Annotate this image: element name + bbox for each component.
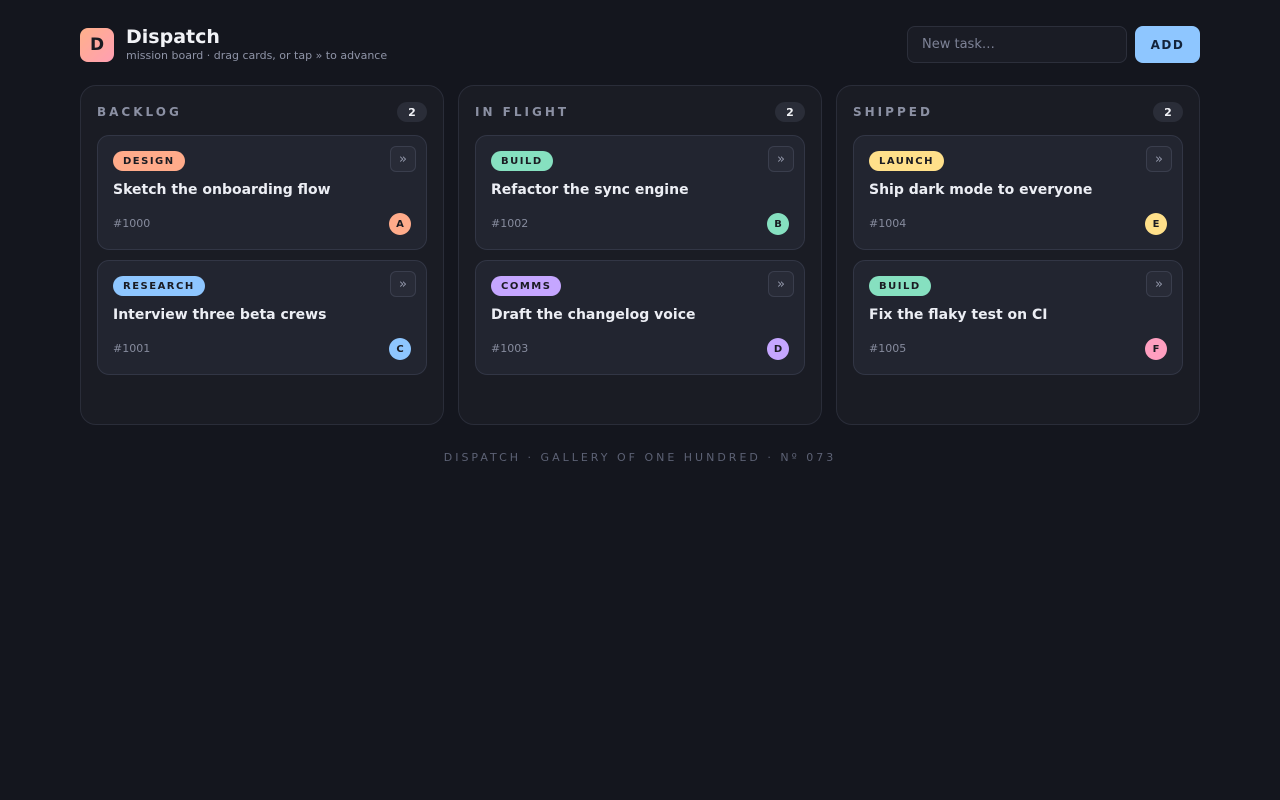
app-subtitle: mission board · drag cards, or tap » to … — [126, 49, 388, 62]
assignee-avatar: B — [767, 213, 789, 235]
advance-icon-button[interactable]: » — [768, 146, 794, 172]
app: D Dispatch mission board · drag cards, o… — [0, 0, 1280, 800]
new-task-input[interactable] — [907, 26, 1127, 63]
column-title: BACKLOG — [97, 105, 182, 119]
card-title: Sketch the onboarding flow — [113, 182, 331, 198]
card-id: #1004 — [869, 217, 907, 230]
card-id: #1002 — [491, 217, 529, 230]
category-tag: COMMS — [491, 276, 562, 296]
category-tag: RESEARCH — [113, 276, 205, 296]
column-title: SHIPPED — [853, 105, 933, 119]
logo-badge: D — [80, 28, 114, 62]
column-shipped[interactable]: SHIPPED 2 LAUNCH » Ship dark mode to eve… — [836, 85, 1200, 425]
assignee-avatar: C — [389, 338, 411, 360]
task-card[interactable]: LAUNCH » Ship dark mode to everyone #100… — [853, 135, 1183, 250]
column-count-badge: 2 — [397, 102, 427, 122]
card-title: Ship dark mode to everyone — [869, 182, 1093, 198]
assignee-avatar: E — [1145, 213, 1167, 235]
footer-caption: DISPATCH · GALLERY OF ONE HUNDRED · Nº 0… — [443, 451, 837, 464]
column-backlog[interactable]: BACKLOG 2 DESIGN » Sketch the onboarding… — [80, 85, 444, 425]
assignee-avatar: A — [389, 213, 411, 235]
task-card[interactable]: DESIGN » Sketch the onboarding flow #100… — [97, 135, 427, 250]
task-card[interactable]: COMMS » Draft the changelog voice #1003 … — [475, 260, 805, 375]
column-title: IN FLIGHT — [475, 105, 570, 119]
advance-icon-button[interactable]: » — [1146, 146, 1172, 172]
assignee-avatar: F — [1145, 338, 1167, 360]
advance-icon-button[interactable]: » — [768, 271, 794, 297]
card-title: Refactor the sync engine — [491, 182, 689, 198]
task-card[interactable]: RESEARCH » Interview three beta crews #1… — [97, 260, 427, 375]
app-title: Dispatch — [126, 26, 220, 48]
board-columns: BACKLOG 2 DESIGN » Sketch the onboarding… — [80, 85, 1200, 425]
card-id: #1001 — [113, 342, 151, 355]
card-title: Draft the changelog voice — [491, 307, 696, 323]
card-title: Interview three beta crews — [113, 307, 327, 323]
card-id: #1005 — [869, 342, 907, 355]
add-task-button[interactable]: ADD — [1135, 26, 1200, 63]
category-tag: BUILD — [491, 151, 553, 171]
card-id: #1003 — [491, 342, 529, 355]
advance-icon-button[interactable]: » — [390, 271, 416, 297]
category-tag: DESIGN — [113, 151, 185, 171]
advance-icon-button[interactable]: » — [1146, 271, 1172, 297]
column-count-badge: 2 — [1153, 102, 1183, 122]
task-card[interactable]: BUILD » Fix the flaky test on CI #1005 F — [853, 260, 1183, 375]
card-id: #1000 — [113, 217, 151, 230]
category-tag: LAUNCH — [869, 151, 945, 171]
assignee-avatar: D — [767, 338, 789, 360]
task-card[interactable]: BUILD » Refactor the sync engine #1002 B — [475, 135, 805, 250]
card-title: Fix the flaky test on CI — [869, 307, 1048, 323]
column-count-badge: 2 — [775, 102, 805, 122]
column-in-flight[interactable]: IN FLIGHT 2 BUILD » Refactor the sync en… — [458, 85, 822, 425]
category-tag: BUILD — [869, 276, 931, 296]
header: D Dispatch mission board · drag cards, o… — [80, 26, 1200, 64]
advance-icon-button[interactable]: » — [390, 146, 416, 172]
